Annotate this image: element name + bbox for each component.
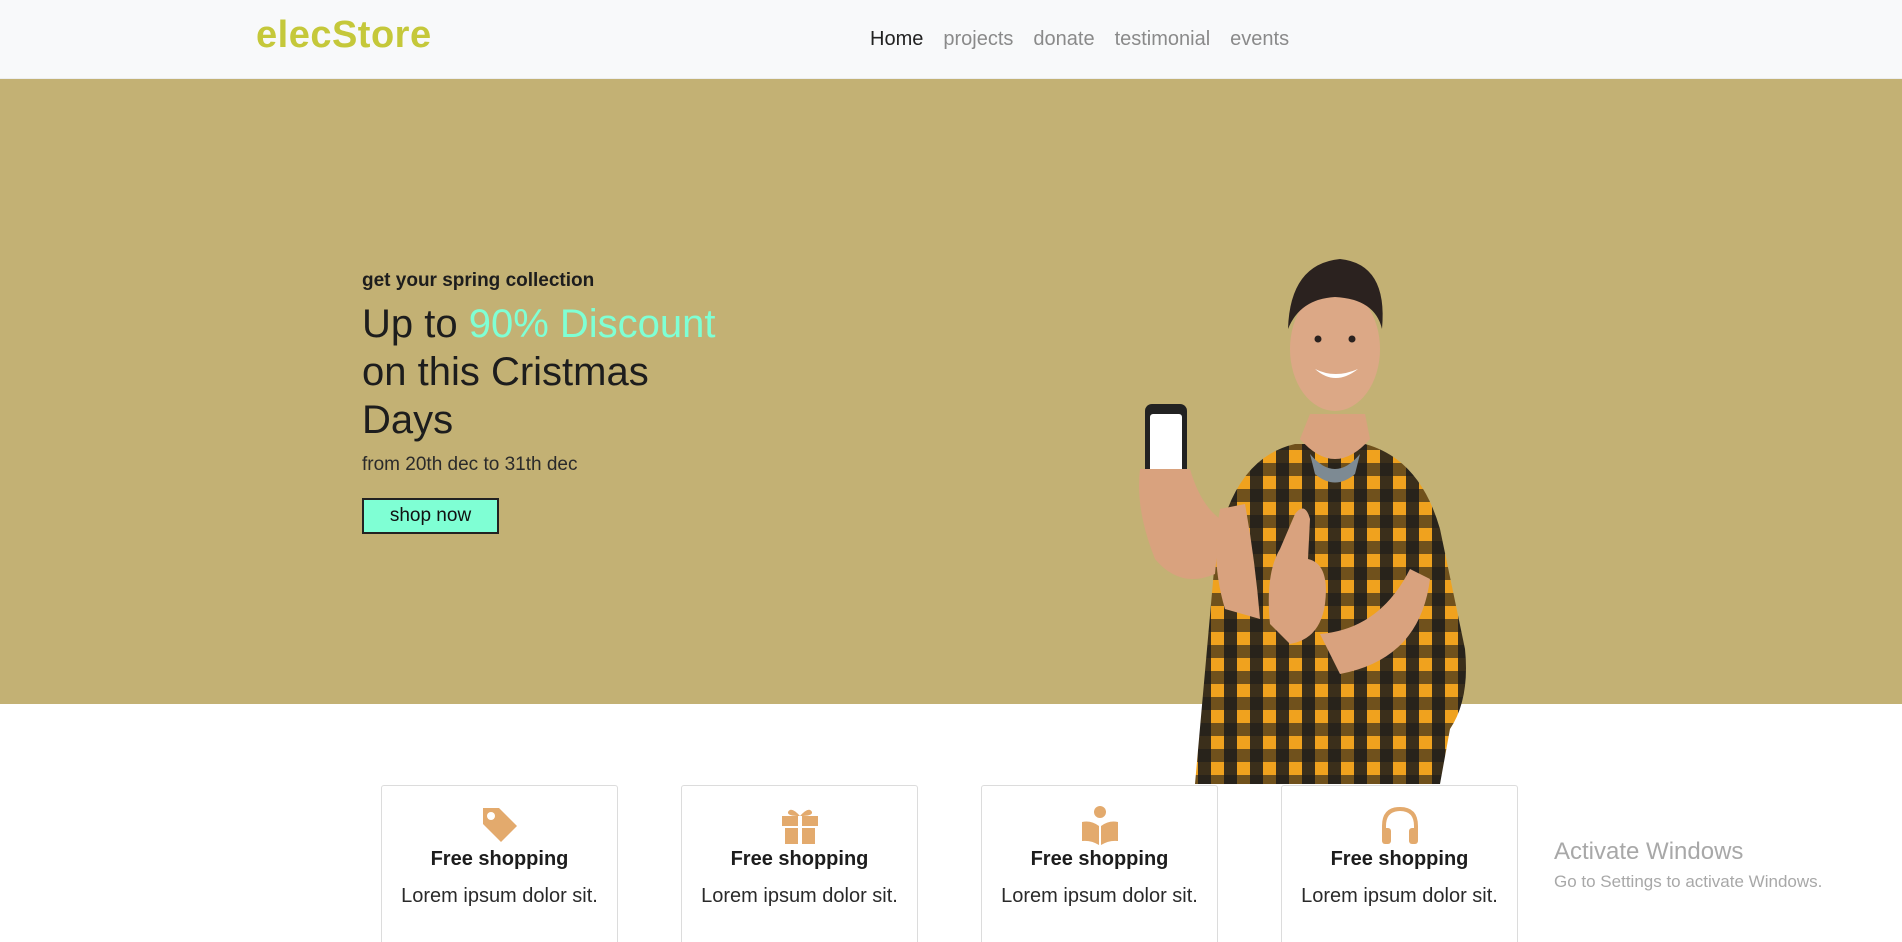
- hero-text: get your spring collection Up to 90% Dis…: [362, 270, 722, 534]
- nav-donate[interactable]: donate: [1033, 28, 1094, 51]
- brand-logo[interactable]: elecStore: [256, 14, 432, 57]
- feature-cards: Free shopping Lorem ipsum dolor sit. Fre…: [381, 785, 1518, 942]
- feature-title: Free shopping: [1030, 848, 1169, 870]
- hero-heading-post: on this Cristmas Days: [362, 350, 649, 442]
- feature-card: Free shopping Lorem ipsum dolor sit.: [381, 785, 618, 942]
- hero-heading: Up to 90% Discount on this Cristmas Days: [362, 300, 722, 444]
- tag-icon: [382, 804, 617, 846]
- nav-home[interactable]: Home: [870, 28, 923, 51]
- nav-projects[interactable]: projects: [943, 28, 1013, 51]
- feature-text: Lorem ipsum dolor sit.: [1301, 885, 1498, 907]
- nav-events[interactable]: events: [1230, 28, 1289, 51]
- navbar: elecStore Home projects donate testimoni…: [0, 0, 1902, 79]
- hero-heading-accent: 90% Discount: [468, 302, 716, 346]
- feature-title: Free shopping: [430, 848, 569, 870]
- reader-icon: [982, 804, 1217, 846]
- shop-now-button[interactable]: shop now: [362, 498, 499, 534]
- nav-links: Home projects donate testimonial events: [870, 28, 1289, 51]
- feature-title: Free shopping: [730, 848, 869, 870]
- hero-person-image: [1139, 259, 1466, 784]
- watermark-subtitle: Go to Settings to activate Windows.: [1554, 872, 1823, 891]
- gift-icon: [682, 804, 917, 846]
- windows-activation-watermark: Activate Windows Go to Settings to activ…: [1554, 838, 1822, 892]
- hero-banner: get your spring collection Up to 90% Dis…: [0, 79, 1902, 784]
- headphones-icon: [1282, 804, 1517, 846]
- hero-dates: from 20th dec to 31th dec: [362, 454, 578, 475]
- feature-text: Lorem ipsum dolor sit.: [1001, 885, 1198, 907]
- watermark-title: Activate Windows: [1554, 838, 1744, 865]
- feature-text: Lorem ipsum dolor sit.: [701, 885, 898, 907]
- feature-card: Free shopping Lorem ipsum dolor sit.: [981, 785, 1218, 942]
- feature-card: Free shopping Lorem ipsum dolor sit.: [1281, 785, 1518, 942]
- hero-kicker: get your spring collection: [362, 270, 595, 291]
- nav-testimonial[interactable]: testimonial: [1115, 28, 1211, 51]
- feature-card: Free shopping Lorem ipsum dolor sit.: [681, 785, 918, 942]
- feature-text: Lorem ipsum dolor sit.: [401, 885, 598, 907]
- hero-heading-pre: Up to: [362, 302, 469, 346]
- feature-title: Free shopping: [1330, 848, 1469, 870]
